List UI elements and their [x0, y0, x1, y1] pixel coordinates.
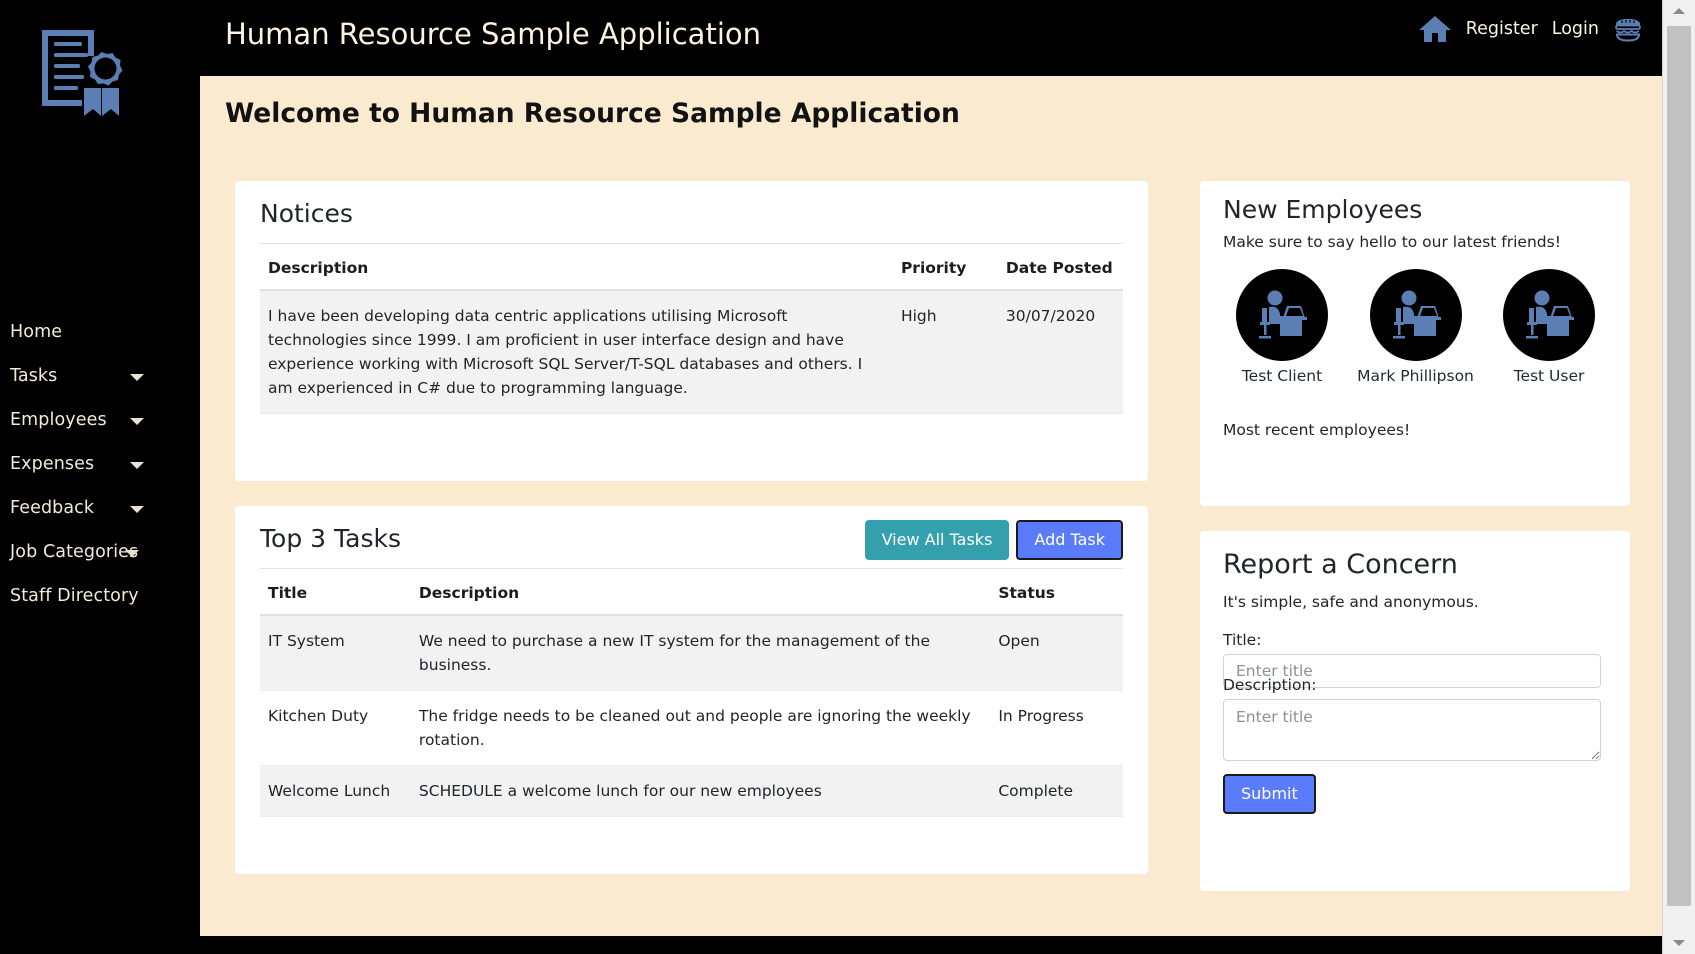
table-row: Kitchen Duty The fridge needs to be clea… [260, 691, 1123, 766]
chevron-down-icon [130, 462, 144, 469]
scrollbar-thumb[interactable] [1667, 26, 1691, 906]
concern-description-input[interactable] [1223, 699, 1601, 761]
employee-name: Test User [1490, 367, 1608, 385]
sidebar: Home Tasks Employees Expenses Feedback J… [0, 0, 200, 936]
notice-description: I have been developing data centric appl… [260, 290, 893, 414]
column-header-description: Description [260, 253, 893, 290]
table-row: I have been developing data centric appl… [260, 290, 1123, 414]
top-tasks-card: Top 3 Tasks View All Tasks Add Task Titl… [235, 506, 1148, 874]
employee-desk-avatar-icon [1236, 269, 1328, 361]
divider [260, 568, 1123, 569]
task-description: SCHEDULE a welcome lunch for our new emp… [411, 766, 990, 817]
scroll-up-arrow-icon[interactable] [1663, 0, 1695, 22]
certificate-icon [30, 22, 130, 122]
table-header-row: Title Description Status [260, 578, 1123, 615]
notice-date-posted: 30/07/2020 [998, 290, 1123, 414]
table-row: Welcome Lunch SCHEDULE a welcome lunch f… [260, 766, 1123, 817]
employee-desk-avatar-icon [1370, 269, 1462, 361]
employee-avatar-list: Test Client [1223, 269, 1608, 385]
task-description: We need to purchase a new IT system for … [411, 615, 990, 691]
notices-card: Notices Description Priority Date Posted… [235, 181, 1148, 481]
new-employees-title: New Employees [1223, 195, 1422, 224]
sidebar-item-label: Home [10, 322, 62, 342]
employee-name: Test Client [1223, 367, 1341, 385]
home-icon[interactable] [1418, 14, 1452, 44]
sidebar-item-home[interactable]: Home [0, 310, 200, 354]
submit-button[interactable]: Submit [1223, 774, 1316, 814]
sidebar-item-label: Employees [10, 410, 107, 430]
sidebar-item-label: Feedback [10, 498, 94, 518]
page-title: Human Resource Sample Application [225, 17, 761, 51]
sidebar-nav: Home Tasks Employees Expenses Feedback J… [0, 310, 200, 618]
sidebar-item-label: Tasks [10, 366, 57, 386]
new-employees-card: New Employees Make sure to say hello to … [1200, 181, 1630, 506]
employee-desk-avatar-icon [1503, 269, 1595, 361]
sidebar-item-tasks[interactable]: Tasks [0, 354, 200, 398]
sidebar-item-staff-directory[interactable]: Staff Directory [0, 574, 200, 618]
hamburger-menu-icon[interactable] [1613, 15, 1643, 43]
task-description: The fridge needs to be cleaned out and p… [411, 691, 990, 766]
column-header-priority: Priority [893, 253, 998, 290]
top-header-bar: Human Resource Sample Application Regist… [200, 0, 1663, 76]
chevron-down-icon [130, 418, 144, 425]
task-title: Welcome Lunch [260, 766, 411, 817]
notice-priority: High [893, 290, 998, 414]
task-status: In Progress [990, 691, 1123, 766]
sidebar-item-expenses[interactable]: Expenses [0, 442, 200, 486]
tasks-actions: View All Tasks Add Task [865, 520, 1123, 560]
sidebar-item-label: Expenses [10, 454, 94, 474]
login-link[interactable]: Login [1552, 19, 1599, 39]
vertical-scrollbar[interactable] [1662, 0, 1695, 954]
title-field-label: Title: [1223, 631, 1261, 649]
report-concern-subtitle: It's simple, safe and anonymous. [1223, 593, 1479, 611]
table-header-row: Description Priority Date Posted [260, 253, 1123, 290]
sidebar-item-feedback[interactable]: Feedback [0, 486, 200, 530]
chevron-down-icon [130, 374, 144, 381]
employee-name: Mark Phillipson [1357, 367, 1475, 385]
notices-title: Notices [260, 199, 353, 228]
list-item[interactable]: Test User [1490, 269, 1608, 385]
column-header-status: Status [990, 578, 1123, 615]
application-window: Home Tasks Employees Expenses Feedback J… [0, 0, 1695, 954]
table-row: IT System We need to purchase a new IT s… [260, 615, 1123, 691]
report-concern-card: Report a Concern It's simple, safe and a… [1200, 531, 1630, 891]
tasks-title: Top 3 Tasks [260, 524, 401, 553]
add-task-button[interactable]: Add Task [1016, 520, 1123, 560]
main-content: Welcome to Human Resource Sample Applica… [200, 76, 1663, 936]
chevron-down-icon [130, 506, 144, 513]
divider [260, 243, 1123, 244]
sidebar-item-label: Job Categories [10, 542, 138, 562]
chevron-down-icon [125, 550, 139, 557]
notices-table: Description Priority Date Posted I have … [260, 253, 1123, 414]
sidebar-item-job-categories[interactable]: Job Categories [0, 530, 200, 574]
sidebar-item-label: Staff Directory [10, 586, 139, 606]
task-title: IT System [260, 615, 411, 691]
tasks-table: Title Description Status IT System We ne… [260, 578, 1123, 817]
list-item[interactable]: Mark Phillipson [1357, 269, 1475, 385]
column-header-title: Title [260, 578, 411, 615]
list-item[interactable]: Test Client [1223, 269, 1341, 385]
task-status: Complete [990, 766, 1123, 817]
task-status: Open [990, 615, 1123, 691]
report-concern-title: Report a Concern [1223, 549, 1458, 580]
new-employees-footer: Most recent employees! [1223, 421, 1410, 439]
header-actions: Register Login [1418, 14, 1643, 44]
task-title: Kitchen Duty [260, 691, 411, 766]
description-field-label: Description: [1223, 676, 1317, 694]
welcome-heading: Welcome to Human Resource Sample Applica… [225, 98, 960, 129]
view-all-tasks-button[interactable]: View All Tasks [865, 520, 1010, 560]
sidebar-item-employees[interactable]: Employees [0, 398, 200, 442]
scroll-down-arrow-icon[interactable] [1663, 932, 1695, 954]
column-header-description: Description [411, 578, 990, 615]
new-employees-subtitle: Make sure to say hello to our latest fri… [1223, 233, 1561, 251]
register-link[interactable]: Register [1466, 19, 1538, 39]
column-header-date-posted: Date Posted [998, 253, 1123, 290]
window-bottom-strip [0, 936, 1663, 954]
